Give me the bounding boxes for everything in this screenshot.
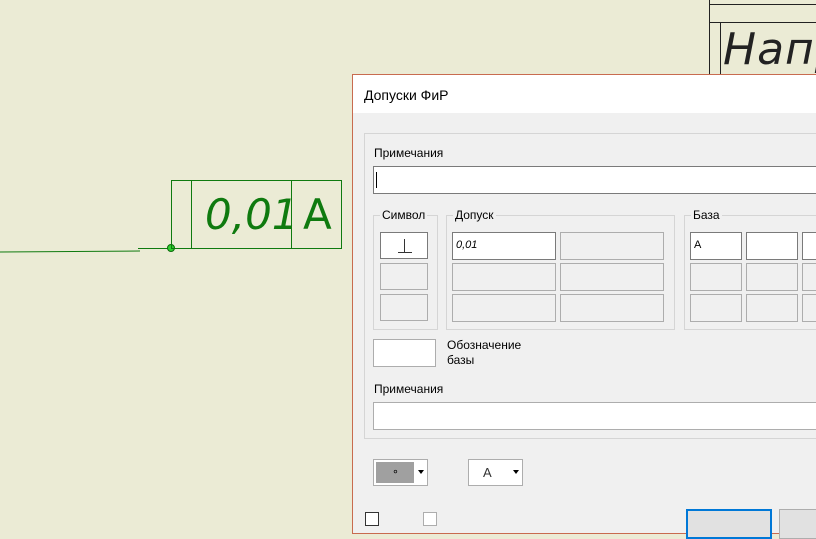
fcf-tolerance-text: 0,01 [205,190,299,239]
title-block-text: Напр [723,24,816,75]
datum-3-modifier[interactable] [746,294,798,322]
chevron-down-icon [418,470,424,474]
checkbox-2[interactable] [423,512,437,526]
fcf-datum-text: A [303,190,332,239]
checkbox-1[interactable] [365,512,379,526]
datum-1-value: A [694,239,702,251]
title-block-line [710,4,816,5]
title-block-line [710,22,816,23]
chevron-down-icon [513,470,519,474]
datum-group-label: База [691,208,722,222]
combo-swatch: ∘ [376,462,414,483]
ok-button[interactable] [686,509,772,539]
text-style-value: A [483,465,492,480]
text-style-combo[interactable]: A [468,459,523,486]
datum-identifier-label-2: базы [447,353,475,367]
projected-zone-combo[interactable]: ∘ [373,459,428,486]
tolerance-group-label: Допуск [453,208,496,222]
feature-control-frame[interactable]: 0,01 A [171,180,342,249]
cancel-button[interactable] [779,509,816,539]
notes-top-label: Примечания [374,146,444,160]
projected-zone-glyph: ∘ [392,466,399,478]
symbol-button-3[interactable] [380,294,428,321]
notes-bottom-label: Примечания [374,382,444,396]
datum-1-modifier[interactable] [746,232,798,260]
symbol-group-label: Символ [380,208,428,222]
fcf-symbol-cell [172,181,192,248]
tolerance-group: Допуск 0,01 [446,208,675,330]
datum-1-input[interactable]: A [690,232,742,260]
dialog-content-panel: Примечания Символ Допуск 0,01 База A Обо… [364,133,816,439]
notes-bottom-input[interactable] [373,402,816,430]
perpendicularity-icon [398,239,412,253]
symbol-group: Символ [373,208,438,330]
dialog-titlebar[interactable]: Допуски ФиР [353,75,816,113]
datum-2-modifier[interactable] [746,263,798,291]
text-caret [376,172,377,188]
tolerance-2-input[interactable] [560,232,664,260]
symbol-button-1[interactable] [380,232,428,259]
tolerance-row3-col1[interactable] [452,294,556,322]
tolerance-1-input[interactable]: 0,01 [452,232,556,260]
datum-3-input[interactable] [690,294,742,322]
datum-2-input[interactable] [690,263,742,291]
dialog-title: Допуски ФиР [364,87,449,103]
gdt-tolerance-dialog: Допуски ФиР Примечания Символ Допуск 0,0… [352,74,816,539]
leader-line [0,250,141,253]
tolerance-1-value: 0,01 [456,239,478,251]
tolerance-row2-col2[interactable] [560,263,664,291]
datum-2-extra[interactable] [802,263,816,291]
datum-identifier-label-1: Обозначение [447,338,522,352]
tolerance-row3-col2[interactable] [560,294,664,322]
tolerance-row2-col1[interactable] [452,263,556,291]
datum-group: База A [684,208,816,330]
datum-1-extra[interactable] [802,232,816,260]
datum-identifier-input[interactable] [373,339,436,367]
symbol-button-2[interactable] [380,263,428,290]
datum-3-extra[interactable] [802,294,816,322]
notes-top-input[interactable] [373,166,816,194]
